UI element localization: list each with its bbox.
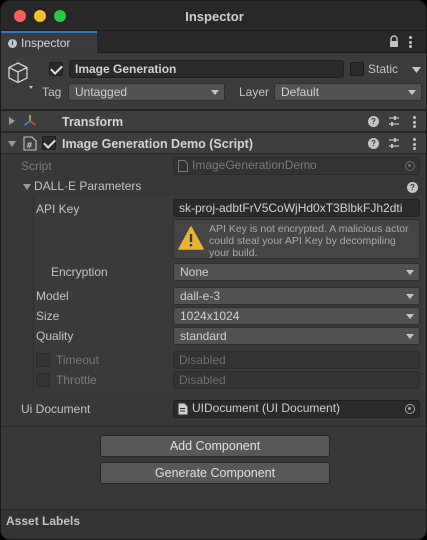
script-object-field: ImageGenerationDemo xyxy=(173,157,420,175)
encryption-label: Encryption xyxy=(51,265,108,279)
api-key-label: API Key xyxy=(36,202,80,216)
script-component-header[interactable]: # Image Generation Demo (Script) ? xyxy=(1,132,426,154)
window-title: Inspector xyxy=(185,9,244,24)
timeout-checkbox[interactable] xyxy=(36,353,50,367)
model-label: Model xyxy=(36,289,69,303)
script-enabled-checkbox[interactable] xyxy=(42,136,56,150)
model-dropdown[interactable]: dall-e-3 xyxy=(173,287,420,305)
quality-label: Quality xyxy=(36,329,74,343)
active-checkbox[interactable] xyxy=(49,62,63,76)
component-menu-icon[interactable] xyxy=(412,138,416,150)
ui-document-field[interactable]: UIDocument (UI Document) xyxy=(173,400,420,418)
object-picker-icon xyxy=(405,161,415,171)
tab-inspector[interactable]: i Inspector xyxy=(1,31,97,53)
asset-labels-bar[interactable]: Asset Labels xyxy=(1,509,426,539)
chevron-down-icon xyxy=(408,90,416,95)
tab-strip: i Inspector xyxy=(1,31,426,53)
gameobject-header: Image Generation Static Tag Untagged Lay… xyxy=(1,54,426,110)
chevron-down-icon xyxy=(211,90,219,95)
gameobject-cube-icon[interactable] xyxy=(7,60,37,90)
tab-menu-icon[interactable] xyxy=(408,36,412,48)
object-picker-icon[interactable] xyxy=(405,404,415,414)
help-icon[interactable]: ? xyxy=(407,182,418,193)
script-file-icon xyxy=(178,160,188,172)
static-checkbox[interactable] xyxy=(350,62,364,76)
script-component-title: Image Generation Demo (Script) xyxy=(62,137,254,151)
collapse-arrow-icon[interactable] xyxy=(8,141,16,147)
component-menu-icon[interactable] xyxy=(412,116,416,128)
transform-component-header[interactable]: Transform ? xyxy=(1,110,426,132)
lock-icon[interactable] xyxy=(388,35,400,49)
layer-label: Layer xyxy=(239,85,270,99)
api-key-warning-box: API Key is not encrypted. A malicious ac… xyxy=(173,219,420,259)
model-value: dall-e-3 xyxy=(180,289,221,303)
throttle-field: Disabled xyxy=(173,371,420,389)
warning-icon xyxy=(178,226,204,250)
generate-component-button[interactable]: Generate Component xyxy=(100,462,330,484)
encryption-value: None xyxy=(180,265,209,279)
chevron-down-icon xyxy=(406,270,414,275)
size-dropdown[interactable]: 1024x1024 xyxy=(173,307,420,325)
title-bar: Inspector xyxy=(1,1,426,31)
presets-icon[interactable] xyxy=(388,115,400,127)
tab-inspector-label: Inspector xyxy=(21,36,71,50)
transform-axes-icon xyxy=(24,115,36,126)
dalle-collapse-arrow-icon[interactable] xyxy=(23,184,31,190)
tag-dropdown[interactable]: Untagged xyxy=(68,83,225,101)
throttle-checkbox[interactable] xyxy=(36,373,50,387)
tag-value: Untagged xyxy=(75,85,128,99)
divider xyxy=(1,426,426,427)
ui-document-icon xyxy=(178,403,188,415)
size-label: Size xyxy=(36,309,60,323)
info-icon: i xyxy=(8,38,17,48)
ui-document-label: Ui Document xyxy=(21,402,91,416)
ui-document-value: UIDocument (UI Document) xyxy=(192,401,341,415)
presets-icon[interactable] xyxy=(388,137,400,149)
static-label: Static xyxy=(368,62,399,76)
quality-value: standard xyxy=(180,329,227,343)
help-icon[interactable]: ? xyxy=(368,138,379,149)
static-dropdown-icon[interactable] xyxy=(412,67,421,73)
dalle-section-label: DALL·E Parameters xyxy=(34,179,142,193)
script-value: ImageGenerationDemo xyxy=(192,158,317,172)
layer-value: Default xyxy=(281,85,320,99)
asset-labels-title: Asset Labels xyxy=(6,514,81,528)
help-icon[interactable]: ? xyxy=(368,116,379,127)
gameobject-name-field[interactable]: Image Generation xyxy=(69,60,344,78)
chevron-down-icon xyxy=(406,334,414,339)
script-field-label: Script xyxy=(21,159,52,173)
layer-dropdown[interactable]: Default xyxy=(274,83,422,101)
csharp-script-icon: # xyxy=(23,136,37,151)
indent-guide xyxy=(33,196,34,391)
chevron-down-icon xyxy=(406,314,414,319)
api-key-field[interactable]: sk-proj-adbtFrV5CoWjHd0xT3BlbkFJh2dti xyxy=(173,199,420,217)
encryption-dropdown[interactable]: None xyxy=(173,263,420,281)
timeout-field: Disabled xyxy=(173,351,420,369)
add-component-button[interactable]: Add Component xyxy=(100,435,330,457)
throttle-label: Throttle xyxy=(56,373,97,387)
inspector-window: Inspector i Inspector Image Generation S… xyxy=(0,0,427,540)
quality-dropdown[interactable]: standard xyxy=(173,327,420,345)
size-value: 1024x1024 xyxy=(180,309,240,323)
svg-text:#: # xyxy=(26,141,33,150)
tag-label: Tag xyxy=(42,85,62,99)
chevron-down-icon xyxy=(406,294,414,299)
transform-title: Transform xyxy=(62,115,124,129)
timeout-label: Timeout xyxy=(56,353,99,367)
expand-arrow-icon[interactable] xyxy=(9,117,15,125)
api-key-warning-text: API Key is not encrypted. A malicious ac… xyxy=(209,223,409,259)
